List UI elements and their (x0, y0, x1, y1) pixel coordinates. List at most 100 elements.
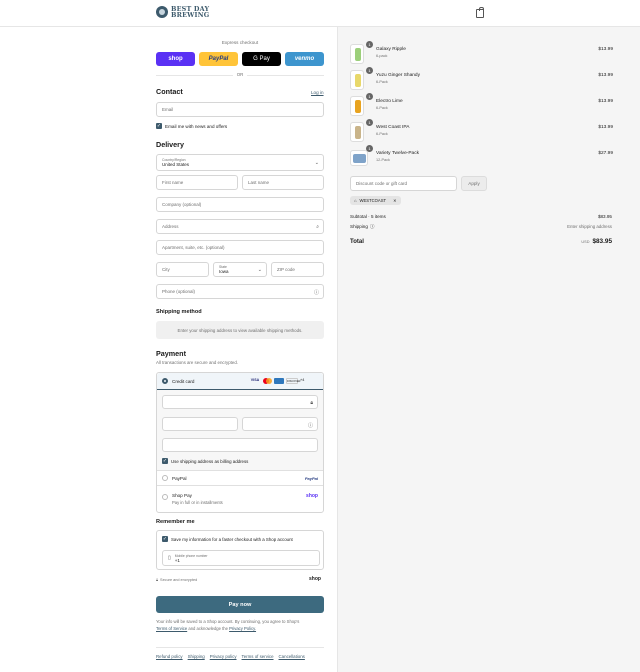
shop-pay-radio[interactable] (162, 494, 168, 500)
visa-icon: VISA (250, 378, 260, 382)
google-pay-button[interactable]: G Pay (242, 52, 281, 66)
item-price: $13.99 (598, 73, 613, 78)
logo-icon (156, 6, 168, 19)
item-price: $13.99 (598, 99, 613, 104)
tag-icon: ⌂ (354, 198, 357, 203)
paypal-radio[interactable] (162, 475, 168, 481)
privacy-policy-footer-link[interactable]: Privacy policy (210, 654, 237, 659)
billing-checkbox-label: Use shipping address as billing address (171, 458, 249, 464)
shop-pay-button[interactable]: shop (156, 52, 195, 66)
help-icon[interactable]: ⓘ (370, 224, 375, 230)
save-info-row[interactable]: ✓ Save my information for a faster check… (162, 536, 293, 542)
shipping-method-heading: Shipping method (156, 309, 202, 315)
pay-now-button[interactable]: Pay now (156, 596, 324, 613)
remember-me-heading: Remember me (156, 519, 195, 525)
item-name: Variety Twelve-Pack (376, 151, 420, 156)
mastercard-icon (262, 378, 272, 384)
cancellations-link[interactable]: Cancellations (279, 654, 305, 659)
news-checkbox[interactable]: ✓ (156, 123, 162, 129)
help-icon[interactable]: ⓘ (314, 289, 319, 296)
credit-card-option[interactable]: Credit card VISA DISCOVER +4 (157, 373, 323, 390)
expiration-field[interactable] (162, 417, 238, 431)
security-code-field[interactable]: ⓘ (242, 417, 318, 431)
billing-checkbox-row[interactable]: ✓ Use shipping address as billing addres… (162, 458, 248, 464)
item-variant: 6-Pack (376, 106, 388, 110)
item-name: Yuzu Ginger Shandy (376, 73, 421, 78)
company-field[interactable]: Company (optional) (156, 197, 324, 212)
payment-heading: Payment (156, 349, 186, 358)
login-link[interactable]: Log in (311, 90, 324, 95)
payment-subtitle: All transactions are secure and encrypte… (156, 360, 239, 365)
venmo-button[interactable]: venmo (285, 52, 324, 66)
shop-pay-option[interactable]: Shop Pay Pay in full or in installments … (157, 485, 323, 512)
brand-logo[interactable]: BEST DAY BREWING (156, 6, 209, 19)
currency-label: USD (581, 240, 590, 244)
news-checkbox-row[interactable]: ✓ Email me with news and offers (156, 123, 227, 129)
payment-methods: Credit card VISA DISCOVER +4 🔒︎ ⓘ ✓ Use … (156, 372, 324, 513)
paypal-button[interactable]: PayPal (199, 52, 238, 66)
email-field[interactable]: Email (156, 102, 324, 117)
subtotal-label: Subtotal · 5 items (350, 214, 386, 219)
footer-divider (156, 647, 324, 648)
total-value: $83.95 (592, 238, 612, 245)
item-name: Galaxy Ripple (376, 47, 406, 52)
privacy-policy-link[interactable]: Privacy Policy. (229, 626, 256, 631)
secure-note: 🔒︎ Secure and encrypted (156, 578, 198, 582)
card-number-field[interactable]: 🔒︎ (162, 395, 318, 409)
card-form: 🔒︎ ⓘ ✓ Use shipping address as billing a… (157, 390, 323, 470)
product-thumbnail (350, 44, 364, 64)
shipping-method-note: Enter your shipping address to view avai… (156, 321, 324, 339)
lock-icon: 🔒︎ (156, 578, 159, 582)
cart-item: 1 Yuzu Ginger Shandy 6-Pack $13.99 (338, 67, 640, 94)
product-thumbnail (350, 150, 368, 166)
last-name-field[interactable]: Last name (242, 175, 324, 190)
order-summary: 1 Galaxy Ripple 6-pack $13.99 1 Yuzu Ginger S… (337, 27, 640, 672)
item-variant: 12-Pack (376, 158, 390, 162)
billing-checkbox[interactable]: ✓ (162, 458, 168, 464)
checkout-form: Express checkout shop PayPal G Pay venmo… (0, 27, 337, 672)
item-price: $13.99 (598, 47, 613, 52)
name-on-card-field[interactable] (162, 438, 318, 452)
address-field[interactable]: Address ⌕ (156, 219, 324, 234)
phone-icon: ▯ (168, 555, 171, 561)
quantity-badge: 1 (366, 145, 373, 152)
quantity-badge: 1 (366, 67, 373, 74)
country-select[interactable]: Country/Region United States ⌄ (156, 154, 324, 171)
brand-name-line2: BREWING (171, 11, 210, 20)
amex-icon (274, 378, 284, 384)
contact-heading: Contact (156, 87, 183, 96)
terms-of-service-link[interactable]: Terms of Service (156, 626, 187, 631)
mobile-phone-field[interactable]: ▯ Mobile phone number +1 (162, 550, 320, 566)
paypal-option[interactable]: PayPal PayPal (157, 470, 323, 485)
terms-of-service-footer-link[interactable]: Terms of service (242, 654, 274, 659)
shipping-row: Shipping ⓘ (350, 224, 375, 230)
shipping-policy-link[interactable]: Shipping (188, 654, 205, 659)
remove-discount-icon[interactable]: ✕ (393, 198, 397, 203)
search-icon: ⌕ (316, 224, 319, 230)
product-can-icon (355, 48, 361, 61)
shopping-bag-icon[interactable] (476, 7, 484, 18)
remember-me-box: ✓ Save my information for a faster check… (156, 530, 324, 570)
city-field[interactable]: City (156, 262, 209, 277)
state-select[interactable]: State Iowa ⌄ (213, 262, 267, 277)
total-row: USD $83.95 (581, 238, 612, 245)
item-variant: 6-pack (376, 54, 388, 58)
discover-icon: DISCOVER (286, 378, 301, 384)
total-label: Total (350, 239, 364, 245)
product-can-icon (355, 126, 361, 139)
first-name-field[interactable]: First name (156, 175, 238, 190)
shop-pay-logo: shop (306, 493, 318, 499)
item-name: Electro Lime (376, 99, 403, 104)
cart-item: 1 West Coast IPA 6-Pack $13.99 (338, 119, 640, 146)
zip-field[interactable]: ZIP code (271, 262, 324, 277)
discount-code-field[interactable]: Discount code or gift card (350, 176, 457, 191)
credit-card-radio[interactable] (162, 378, 168, 384)
apartment-field[interactable]: Apartment, suite, etc. (optional) (156, 240, 324, 255)
footer-links: Refund policy Shipping Privacy policy Te… (156, 654, 305, 659)
refund-policy-link[interactable]: Refund policy (156, 654, 183, 659)
apply-discount-button[interactable]: Apply (461, 176, 487, 191)
chevron-down-icon: ⌄ (314, 160, 319, 166)
phone-field[interactable]: Phone (optional) ⓘ (156, 284, 324, 299)
save-info-checkbox[interactable]: ✓ (162, 536, 168, 542)
help-icon[interactable]: ⓘ (308, 422, 313, 429)
